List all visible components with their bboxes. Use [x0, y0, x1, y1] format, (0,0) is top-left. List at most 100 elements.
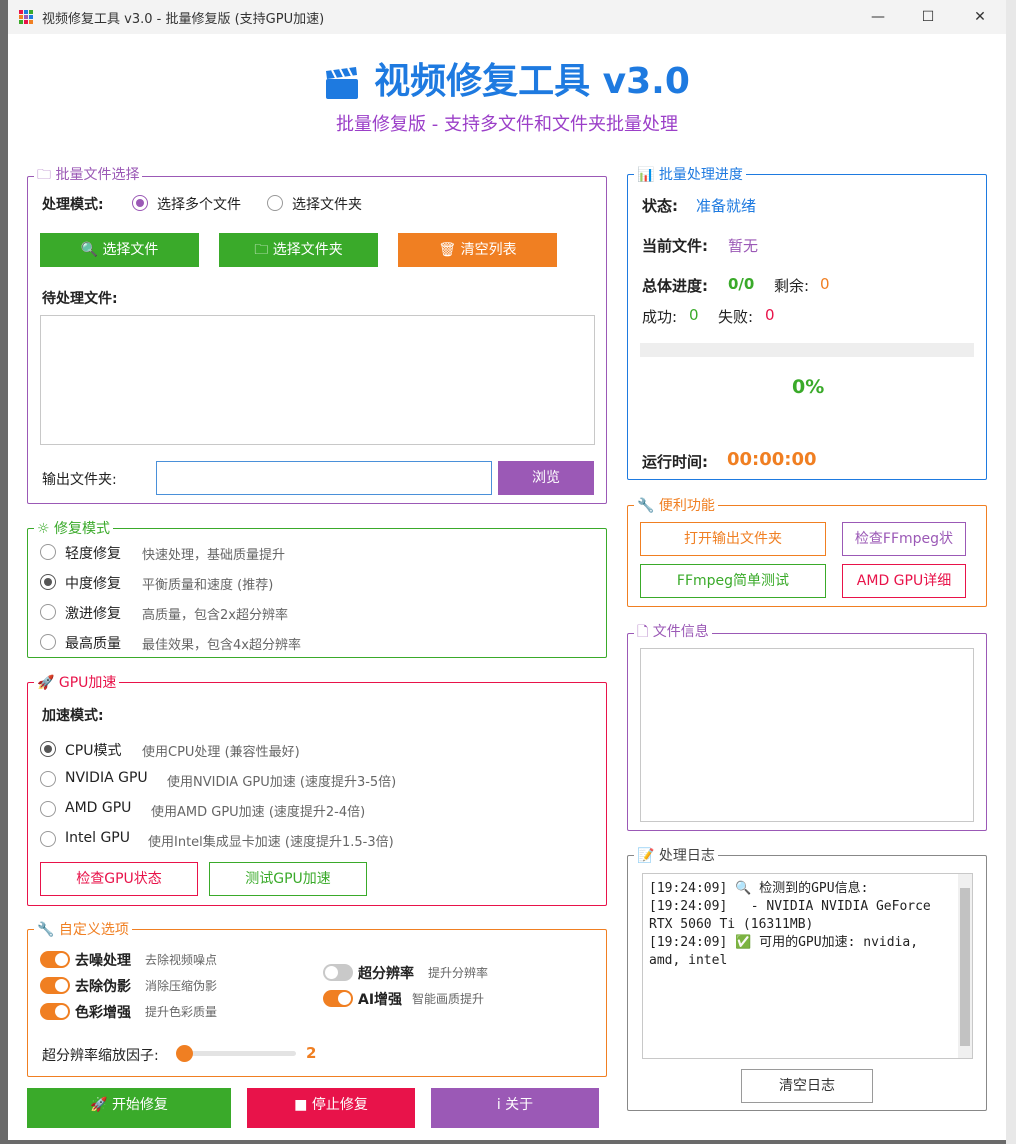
amd-gpu-detail-button[interactable]: AMD GPU详细 — [842, 564, 966, 598]
repair-option-desc: 最佳效果，包含4x超分辨率 — [142, 638, 301, 653]
test-gpu-button[interactable]: 测试GPU加速 — [209, 862, 367, 896]
scale-slider-track[interactable] — [178, 1051, 296, 1056]
log-lines: [19:24:09] 🔍 检测到的GPU信息: [19:24:09] - NVI… — [649, 880, 949, 970]
status-label: 状态: — [642, 197, 678, 215]
gpu-option-desc: 使用Intel集成显卡加速 (速度提升1.5-3倍) — [148, 835, 394, 850]
log-scrollbar[interactable] — [958, 874, 972, 1058]
minimize-button[interactable]: — — [858, 4, 898, 30]
mode-label: 处理模式: — [42, 197, 104, 213]
custom-option-desc: 提升分辨率 — [428, 966, 489, 980]
app-subtitle: 批量修复版 - 支持多文件和文件夹批量处理 — [336, 114, 678, 135]
mode-folder-radio[interactable] — [267, 195, 283, 211]
pending-files-list[interactable] — [40, 315, 595, 445]
start-repair-button[interactable]: 🚀 开始修复 — [27, 1088, 231, 1128]
progress-bar — [640, 343, 974, 357]
title-bar: 视频修复工具 v3.0 - 批量修复版 (支持GPU加速) — ☐ ✕ — [8, 0, 1006, 34]
repair-option-name: 最高质量 — [65, 636, 121, 652]
mode-folder-label: 选择文件夹 — [292, 197, 362, 213]
log-textbox[interactable]: [19:24:09] 🔍 检测到的GPU信息: [19:24:09] - NVI… — [642, 873, 973, 1059]
repair-mode-legend: 修复模式 — [54, 521, 111, 537]
window-title: 视频修复工具 v3.0 - 批量修复版 (支持GPU加速) — [42, 12, 325, 27]
log-line: [19:24:09] - NVIDIA NVIDIA GeForce — [649, 899, 931, 914]
remaining-value: 0 — [820, 275, 830, 293]
stop-repair-button[interactable]: ■ 停止修复 — [247, 1088, 415, 1128]
wrench-icon: 🔧 — [637, 498, 659, 514]
log-scrollbar-thumb[interactable] — [960, 888, 970, 1046]
rocket-icon: 🚀 — [90, 1097, 112, 1113]
output-folder-input[interactable] — [156, 461, 492, 495]
gpu-option-name: NVIDIA GPU — [65, 770, 148, 786]
current-file-value: 暂无 — [728, 237, 759, 255]
app-title: 视频修复工具 v3.0 — [8, 52, 1006, 104]
color-enhance-toggle[interactable] — [40, 1003, 70, 1020]
gpu-amd-radio[interactable] — [40, 801, 56, 817]
custom-option-name: 超分辨率 — [358, 966, 414, 982]
scale-factor-value: 2 — [306, 1044, 317, 1062]
custom-option-desc: 消除压缩伪影 — [145, 979, 218, 993]
custom-legend: 自定义选项 — [58, 922, 129, 938]
trash-icon: 🗑 — [438, 242, 461, 258]
status-value: 准备就绪 — [696, 197, 757, 215]
repair-option-desc: 高质量，包含2x超分辨率 — [142, 608, 288, 623]
current-file-label: 当前文件: — [642, 237, 708, 255]
app-title-text: 视频修复工具 v3.0 — [374, 61, 690, 102]
browse-button[interactable]: 浏览 — [498, 461, 594, 495]
ai-enhance-toggle[interactable] — [323, 990, 353, 1007]
progress-panel: 📊 批量处理进度 — [627, 164, 987, 480]
success-value: 0 — [689, 306, 699, 324]
clear-log-button[interactable]: 清空日志 — [741, 1069, 873, 1103]
info-icon: i — [496, 1097, 506, 1113]
gpu-cpu-radio[interactable] — [40, 741, 56, 757]
gpu-option-desc: 使用NVIDIA GPU加速 (速度提升3-5倍) — [167, 775, 397, 790]
wrench-icon: 🔧 — [37, 922, 59, 938]
success-label: 成功: — [642, 308, 678, 326]
gpu-option-name: CPU模式 — [65, 743, 122, 759]
repair-option-name: 激进修复 — [65, 606, 121, 622]
file-info-legend: 文件信息 — [652, 624, 709, 640]
open-output-folder-button[interactable]: 打开输出文件夹 — [640, 522, 826, 556]
super-res-toggle[interactable] — [323, 964, 353, 981]
tools-legend: 便利功能 — [658, 498, 715, 514]
about-button[interactable]: i 关于 — [431, 1088, 599, 1128]
log-legend: 处理日志 — [658, 848, 715, 864]
repair-max-radio[interactable] — [40, 634, 56, 650]
mode-files-radio[interactable] — [132, 195, 148, 211]
repair-aggressive-radio[interactable] — [40, 604, 56, 620]
total-progress-label: 总体进度: — [642, 277, 708, 295]
background-strip — [1006, 0, 1016, 1144]
accel-mode-label: 加速模式: — [42, 708, 104, 724]
gpu-option-name: AMD GPU — [65, 800, 132, 816]
chart-icon: 📊 — [637, 167, 659, 183]
scale-slider-handle[interactable] — [176, 1045, 193, 1062]
clapperboard-icon — [326, 67, 359, 99]
custom-option-desc: 智能画质提升 — [412, 992, 485, 1006]
ffmpeg-test-button[interactable]: FFmpeg简单测试 — [640, 564, 826, 598]
app-icon — [19, 10, 33, 24]
repair-option-name: 中度修复 — [65, 576, 121, 592]
close-button[interactable]: ✕ — [960, 4, 1000, 30]
custom-option-name: AI增强 — [358, 992, 403, 1008]
check-gpu-button[interactable]: 检查GPU状态 — [40, 862, 198, 896]
gpu-option-name: Intel GPU — [65, 830, 130, 846]
maximize-button[interactable]: ☐ — [908, 4, 948, 30]
gpu-intel-radio[interactable] — [40, 831, 56, 847]
rocket-icon: 🚀 — [37, 675, 59, 691]
file-info-box[interactable] — [640, 648, 974, 822]
custom-option-desc: 提升色彩质量 — [145, 1005, 218, 1019]
check-ffmpeg-button[interactable]: 检查FFmpeg状 — [842, 522, 966, 556]
select-folder-button[interactable]: 🗀 选择文件夹 — [219, 233, 378, 267]
deartifact-toggle[interactable] — [40, 977, 70, 994]
gpu-nvidia-radio[interactable] — [40, 771, 56, 787]
pending-files-label: 待处理文件: — [42, 291, 118, 307]
clear-list-button[interactable]: 🗑 清空列表 — [398, 233, 557, 267]
repair-light-radio[interactable] — [40, 544, 56, 560]
repair-medium-radio[interactable] — [40, 574, 56, 590]
log-line: RTX 5060 Ti (16311MB) — [649, 917, 814, 932]
edit-icon: 📝 — [637, 848, 659, 864]
repair-option-desc: 快速处理，基础质量提升 — [142, 548, 286, 563]
denoise-toggle[interactable] — [40, 951, 70, 968]
search-icon: 🔍 — [80, 242, 103, 258]
select-files-button[interactable]: 🔍 选择文件 — [40, 233, 199, 267]
stop-icon: ■ — [294, 1097, 312, 1113]
fail-label: 失败: — [718, 308, 754, 326]
